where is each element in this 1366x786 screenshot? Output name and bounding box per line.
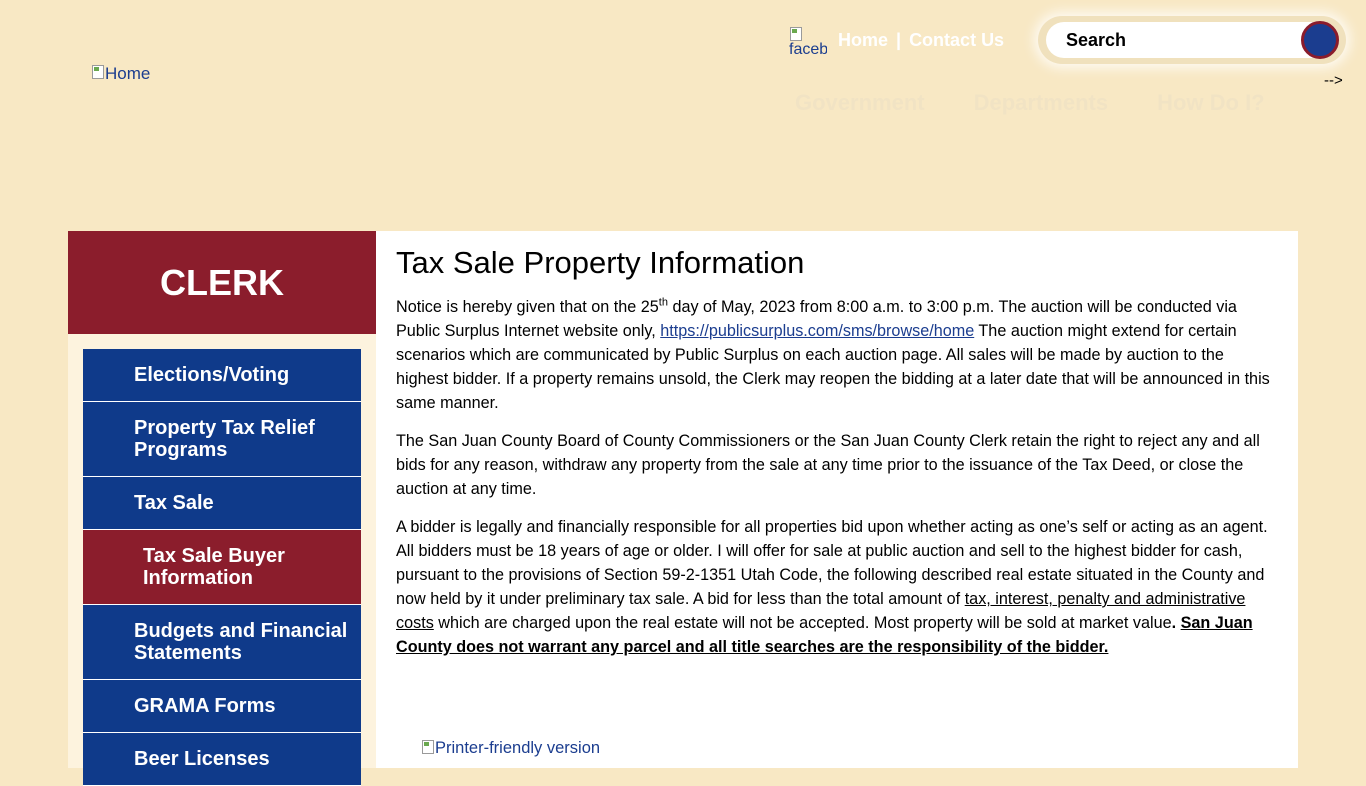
- search-input[interactable]: Search: [1046, 22, 1338, 58]
- printer-friendly-link[interactable]: Printer-friendly version: [421, 739, 600, 758]
- broken-image-icon: [789, 26, 803, 42]
- sidebar-item-tax-sale-buyer-information[interactable]: Tax Sale Buyer Information: [83, 530, 361, 605]
- superscript: th: [658, 296, 668, 309]
- contact-us-link[interactable]: Contact Us: [909, 30, 1004, 51]
- sidebar-item-property-tax-relief[interactable]: Property Tax Relief Programs: [83, 402, 361, 477]
- nav-how-do-i[interactable]: How Do I?: [1157, 90, 1265, 116]
- facebook-alt-text: facebook: [789, 41, 827, 58]
- link-separator: |: [896, 30, 902, 50]
- bidder-paragraph: A bidder is legally and financially resp…: [396, 515, 1278, 659]
- logo-alt-text: Home: [105, 64, 151, 83]
- notice-paragraph: Notice is hereby given that on the 25th …: [396, 295, 1278, 415]
- main-content: Tax Sale Property Information Notice is …: [376, 231, 1298, 768]
- sidebar-item-label: Tax Sale: [134, 492, 214, 514]
- main-nav: Government Departments How Do I?: [795, 90, 1314, 116]
- sidebar-item-beer-licenses[interactable]: Beer Licenses: [83, 733, 361, 786]
- sidebar-item-grama-forms[interactable]: GRAMA Forms: [83, 680, 361, 733]
- sidebar-item-label: Property Tax Relief Programs: [134, 417, 315, 461]
- broken-image-icon: [91, 64, 105, 80]
- sidebar-item-tax-sale[interactable]: Tax Sale: [83, 477, 361, 530]
- rights-paragraph: The San Juan County Board of County Comm…: [396, 432, 1260, 498]
- sidebar-item-label: GRAMA Forms: [134, 695, 276, 717]
- sidebar-item-label: Budgets and Financial Statements: [134, 620, 348, 664]
- sidebar-item-label: Elections/Voting: [134, 364, 290, 386]
- sidebar-item-elections-voting[interactable]: Elections/Voting: [83, 349, 361, 402]
- printer-alt-text: Printer-friendly version: [435, 739, 601, 757]
- sidebar-item-label: Beer Licenses: [134, 748, 270, 770]
- home-link[interactable]: Home: [838, 30, 888, 51]
- broken-image-icon: [421, 739, 435, 755]
- text-run: Notice is hereby given that on the 25: [396, 298, 659, 316]
- utility-links: Home | Contact Us: [838, 30, 1004, 51]
- text-run: which are charged upon the real estate w…: [433, 614, 1172, 632]
- bold-period: .: [1171, 614, 1181, 632]
- sidebar-title: CLERK: [68, 231, 376, 334]
- page-title: Tax Sale Property Information: [396, 245, 805, 280]
- nav-departments[interactable]: Departments: [974, 90, 1108, 116]
- sidebar-item-budgets-financial[interactable]: Budgets and Financial Statements: [83, 605, 361, 680]
- stray-comment-text: -->: [1324, 72, 1343, 89]
- search-button[interactable]: [1301, 21, 1339, 59]
- article-body: Notice is hereby given that on the 25th …: [396, 295, 1278, 673]
- public-surplus-link[interactable]: https://publicsurplus.com/sms/browse/hom…: [660, 322, 974, 340]
- facebook-link[interactable]: facebook: [789, 26, 827, 60]
- search-bar: Search: [1038, 16, 1346, 64]
- sidebar-item-label: Tax Sale Buyer Information: [143, 545, 285, 589]
- home-logo[interactable]: Home: [91, 64, 150, 84]
- nav-government[interactable]: Government: [795, 90, 925, 116]
- sidebar-nav: Elections/Voting Property Tax Relief Pro…: [83, 349, 361, 786]
